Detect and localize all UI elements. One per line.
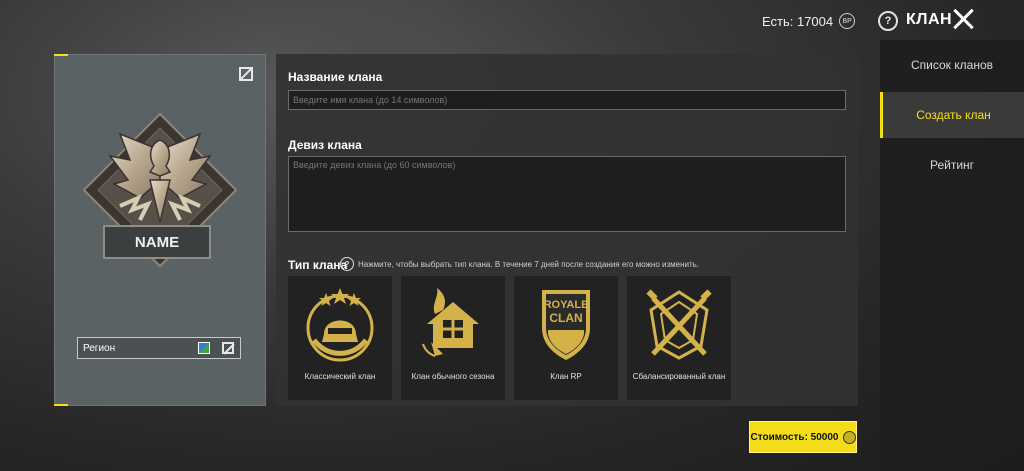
clan-motto-label: Девиз клана (288, 138, 362, 152)
clan-type-classic-label: Классический клан (304, 372, 376, 381)
royale-clan-shield-icon: ROYALE CLAN (542, 290, 590, 360)
region-flag-icon (198, 342, 210, 354)
clan-badge-text: CLAN (549, 311, 582, 325)
clan-type-hint: Нажмите, чтобы выбрать тип клана. В тече… (358, 260, 700, 269)
page-title: КЛАН (906, 11, 953, 28)
currency-balance: Есть: 17004 BP (762, 13, 856, 29)
royale-badge-text: ROYALE (544, 299, 589, 311)
clan-type-label: Тип клана (288, 258, 348, 272)
edit-emblem-icon[interactable] (239, 67, 253, 81)
region-label: Регион (83, 342, 116, 354)
clan-type-season[interactable]: Клан обычного сезона (401, 276, 505, 400)
clan-name-input[interactable] (288, 90, 846, 110)
clan-type-rp-label: Клан RP (550, 372, 582, 381)
top-bar: Есть: 17004 BP ? КЛАН (0, 0, 1024, 40)
clan-type-balanced[interactable]: Сбалансированный клан (627, 276, 731, 400)
clan-emblem-card: NAME Регион (54, 54, 266, 406)
house-flame-icon (422, 288, 479, 357)
nav-item-clan-list[interactable]: Список кланов (880, 42, 1024, 88)
clan-name-label: Название клана (288, 70, 383, 84)
clan-type-season-label: Клан обычного сезона (411, 372, 495, 381)
clan-type-help-icon[interactable]: ? (340, 257, 354, 271)
crossed-rifles-icon (646, 289, 712, 360)
create-clan-form: Название клана Девиз клана Тип клана ? Н… (276, 54, 858, 406)
clan-type-balanced-label: Сбалансированный клан (632, 372, 726, 381)
edit-region-icon[interactable] (222, 342, 234, 354)
clan-motto-input[interactable] (288, 156, 846, 232)
clan-type-classic[interactable]: Классический клан (288, 276, 392, 400)
clan-type-rp[interactable]: ROYALE CLAN Клан RP (514, 276, 618, 400)
emblem-name-plate: NAME (103, 225, 211, 259)
close-icon[interactable] (950, 6, 976, 32)
bp-coin-icon: BP (839, 13, 856, 29)
create-clan-cost-button[interactable]: Стоимость: 50000 (749, 421, 857, 453)
cost-label: Стоимость: 50000 (750, 431, 839, 443)
nav-item-rating[interactable]: Рейтинг (880, 142, 1024, 188)
cost-coin-icon (842, 430, 856, 444)
region-field[interactable]: Регион (77, 337, 241, 359)
helmet-stars-icon (306, 288, 374, 362)
balance-text: Есть: 17004 (762, 13, 834, 29)
nav-item-create-clan[interactable]: Создать клан (880, 92, 1024, 138)
help-icon[interactable]: ? (878, 11, 898, 31)
clan-side-nav: Список кланов Создать клан Рейтинг (880, 40, 1024, 471)
